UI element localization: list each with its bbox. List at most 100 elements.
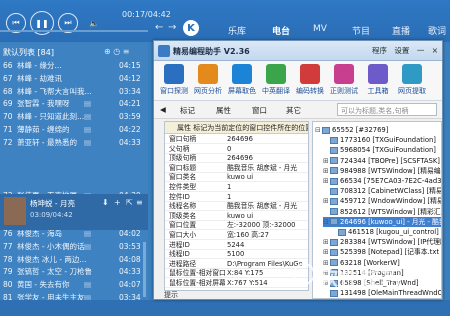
tree-node[interactable]: 1773160 [TXGuiFoundation] (323, 135, 436, 145)
tree-node-label: 5968054 [TXGuiFoundation] (340, 146, 436, 155)
expand-icon[interactable]: ⊟ (323, 217, 330, 227)
song-list-item[interactable]: 66 林峰 - 缘分... 04:15 (0, 60, 148, 72)
tree-node[interactable]: ⊟ 264696 [kuwoo_ui] - 月光 - 酷我音乐 (323, 216, 441, 227)
property-row[interactable]: 窗口位置 左:-32000 顶:-32000 (165, 221, 308, 231)
song-list-item[interactable]: 78 林俊杰 冰儿 - 两边... 04:08 (0, 254, 148, 266)
hq-icon: ▤ (84, 280, 92, 290)
now-playing-time: 03:09/04:42 (30, 211, 73, 219)
property-row[interactable]: 鼠标位置-相对窗口 X:84 Y:175 (165, 269, 308, 279)
program-button[interactable]: 程序 (372, 46, 387, 55)
filter-mark-button[interactable]: 标记 (180, 105, 195, 116)
tab-4[interactable]: 直播 (392, 24, 410, 37)
tree-node[interactable]: ⊞ 66534 [75E7CA03-7E2C-4ad3-A29F-6D3E] (323, 176, 441, 186)
search-input[interactable]: 可以为标题,类名,句柄 (337, 103, 437, 116)
filter-window-button[interactable]: 窗口 (252, 105, 267, 116)
now-playing-item[interactable]: 杨坤蜕 - 月亮 03:09/04:42 ⬇ + ⇱ ≡ (0, 194, 148, 230)
tree-node[interactable]: 852612 [WTSWindow] [精彩汇程工具] (323, 207, 441, 217)
property-row[interactable]: 父句柄 0 (165, 145, 308, 154)
property-row[interactable]: 控件ID 1 (165, 193, 308, 202)
song-list-item[interactable]: 80 黄国 - 失去有你 ▤ 04:07 (0, 279, 148, 291)
property-row[interactable]: 控件类型 1 (165, 183, 308, 192)
property-row[interactable]: 顶级句柄 264696 (165, 154, 308, 164)
expand-icon[interactable]: ⊞ (323, 237, 330, 247)
song-list-item[interactable]: 67 林峰 - 劫难讯 04:12 (0, 73, 148, 85)
tree-node[interactable]: ⊟ 65552 [#32769] (315, 125, 388, 135)
toolbar-button-2[interactable]: 屏幕取色 (224, 64, 260, 96)
filter-other-button[interactable]: 其它 (286, 105, 301, 116)
tree-node[interactable]: 708312 [CabinetWClass] [精易编程助手] (323, 186, 441, 196)
expand-icon[interactable]: ⊞ (323, 156, 330, 166)
property-key: 控件ID (169, 193, 225, 202)
song-list-item[interactable]: 71 薄静茹 - 缠绵的 ▤ 04:22 (0, 124, 148, 136)
playlist-title[interactable]: 默认列表 [84] (3, 47, 54, 58)
tree-node[interactable]: 5968054 [TXGuiFoundation] (323, 145, 436, 155)
settings-button[interactable]: 设置 (394, 46, 409, 55)
playlist-scrollbar[interactable] (143, 242, 146, 297)
add-icon[interactable]: + (114, 198, 121, 207)
filter-props-button[interactable]: 属性 (216, 105, 231, 116)
toolbar-button-0[interactable]: 窗口探测 (156, 64, 192, 96)
download-icon[interactable]: ⬇ (102, 198, 109, 207)
window-icon (330, 177, 338, 185)
tab-3[interactable]: 节目 (352, 24, 370, 37)
tree-node[interactable]: 461518 [kugou_ui_control] (331, 227, 439, 237)
window-buttons: 程序 设置 一 × (367, 45, 438, 56)
property-row[interactable]: 窗口类名 kuwo ui (165, 173, 308, 183)
property-row[interactable]: 线程ID 5100 (165, 250, 308, 260)
toolbar-button-5[interactable]: 正则测试 (326, 64, 362, 96)
close-button[interactable]: × (432, 46, 438, 55)
property-key: 窗口大小 (169, 231, 225, 240)
back-nav-icon[interactable]: ◀ (160, 105, 166, 114)
tree-node[interactable]: ⊞ 984988 [WTSWindow] [精易编程助手V2.36] (323, 166, 441, 176)
toolbar-button-1[interactable]: 网页分析 (190, 64, 226, 96)
minimize-button[interactable]: 一 (417, 46, 425, 55)
property-row[interactable]: 进程ID 5244 (165, 241, 308, 250)
song-list-item[interactable]: 77 林俊杰 - 小木偶的话 ▤ 03:53 (0, 241, 148, 253)
toolbar-icon (266, 64, 286, 84)
song-title: 萧亚轩 - 最熟悉的 (17, 137, 77, 147)
song-duration: 04:07 (119, 280, 141, 290)
tree-node-label: 1773160 [TXGuiFoundation] (340, 136, 436, 145)
tree-node[interactable]: ⊞ 525398 [Notepad] [记事本.txt - 记事本] (323, 247, 441, 257)
property-row[interactable]: 窗口标题 酷我音乐 胡彦斌 - 月光 (165, 164, 308, 173)
toolbar-button-6[interactable]: 工具箱 (360, 64, 396, 96)
expand-icon[interactable]: ⊞ (323, 176, 330, 186)
playlist-tools[interactable]: ⊕ ◷ ≡ (104, 47, 129, 56)
song-list-item[interactable]: 68 林峰 - 飞帮大言叫我... 03:34 (0, 86, 148, 98)
toolbar-button-7[interactable]: 网页提取 (394, 64, 430, 96)
toolbar-button-4[interactable]: 编码转换 (292, 64, 328, 96)
expand-icon[interactable]: ⊞ (323, 247, 330, 257)
property-row[interactable]: 鼠标位置-相对屏幕 X:767 Y:514 (165, 279, 308, 288)
window-icon (330, 197, 338, 205)
tree-node[interactable]: ⊞ 724344 [TBOPre] [SCSFTASK] (323, 156, 440, 166)
toolbar-button-3[interactable]: 中英翻译 (258, 64, 294, 96)
tree-node[interactable]: ⊞ 459712 [WndowWindow] [精易编程助手] (323, 196, 441, 206)
song-list-item[interactable]: 69 张智霖 - 我嘿呀 ▤ 04:21 (0, 98, 148, 110)
property-row[interactable]: 线程名称 酷我音乐 胡彦斌 - 月光 (165, 202, 308, 212)
property-row[interactable]: 窗口大小 宽:160 高:27 (165, 231, 308, 240)
song-number: 80 (3, 280, 13, 290)
expand-icon[interactable]: ⊞ (323, 166, 330, 176)
tree-node[interactable]: ⊞ 283384 [WTSWindow] [IP代理助手] (323, 237, 441, 247)
property-row[interactable]: 进程路径 D:\Program Files\KuGo (165, 260, 308, 269)
progress-bar[interactable] (0, 30, 148, 32)
song-list-item[interactable]: 72 萧亚轩 - 最熟悉的 ▤ 04:33 (0, 137, 148, 149)
tab-1[interactable]: 电台 (272, 24, 290, 37)
tree-node-label: 283384 [WTSWindow] [IP代理助手] (340, 238, 441, 247)
tab-5[interactable]: 歌词 (428, 24, 446, 37)
tree-node-label: 852612 [WTSWindow] [精彩汇程工具] (340, 207, 441, 216)
more-icon[interactable]: ≡ (136, 198, 143, 207)
share-icon[interactable]: ⇱ (126, 198, 133, 207)
tab-0[interactable]: 乐库 (228, 24, 246, 37)
spy-title-bar[interactable]: 精易编程助手 V2.36 程序 设置 一 × (154, 41, 442, 61)
song-list-item[interactable]: 70 林峰 - 只知道此刻... ▤ 03:59 (0, 111, 148, 123)
expand-icon[interactable]: ⊞ (323, 196, 330, 206)
tab-2[interactable]: MV (313, 24, 327, 34)
property-row[interactable]: 顶级类名 kuwo ui (165, 212, 308, 221)
property-row[interactable]: 窗口句柄 264696 (165, 135, 308, 144)
expand-icon[interactable]: ⊟ (315, 125, 322, 135)
spy-tool-window: 精易编程助手 V2.36 程序 设置 一 × 窗口探测 网页分析 屏幕取色 中英翻译编… (153, 40, 443, 300)
song-list-item[interactable]: 79 张镐哲 - 太空 - 刀枪鲁 04:33 (0, 266, 148, 278)
back-arrow-icon[interactable]: ← (155, 22, 163, 33)
forward-arrow-icon[interactable]: → (168, 22, 176, 33)
